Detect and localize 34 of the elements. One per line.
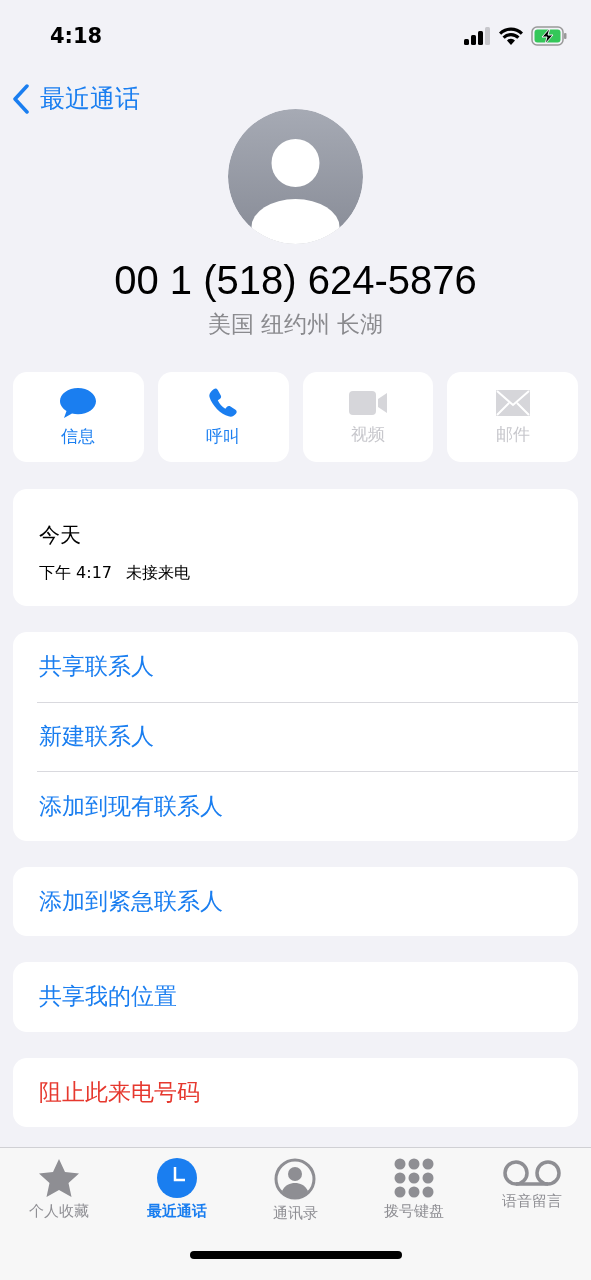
- call-type: 未接来电: [126, 563, 190, 584]
- avatar-icon: [228, 109, 363, 244]
- option-row[interactable]: 新建联系人: [37, 701, 578, 771]
- speech-bubble-icon: [59, 386, 98, 419]
- tab-item[interactable]: 最近通话: [118, 1158, 237, 1223]
- tab-item[interactable]: 拨号键盘: [354, 1158, 473, 1223]
- wifi-icon: [499, 27, 523, 45]
- envelope-icon: [494, 388, 531, 417]
- battery-charging-icon: [531, 26, 567, 46]
- option-row[interactable]: 添加到现有联系人: [37, 771, 578, 841]
- clock-icon: [157, 1158, 198, 1198]
- option-row[interactable]: 添加到紧急联系人: [13, 866, 578, 936]
- phone-icon: [207, 386, 240, 419]
- option-row[interactable]: 共享联系人: [13, 632, 578, 702]
- call-day: 今天: [39, 521, 552, 549]
- tab-item[interactable]: 通讯录: [236, 1158, 355, 1223]
- message-action-button[interactable]: 信息: [13, 372, 144, 462]
- option-row[interactable]: 共享我的位置: [13, 962, 578, 1032]
- call-action-button[interactable]: 呼叫: [157, 372, 289, 462]
- star-icon: [38, 1158, 81, 1198]
- chevron-left-icon: [12, 83, 30, 114]
- voicemail-icon: [501, 1158, 562, 1188]
- location-text: 美国 纽约州 长湖: [207, 310, 384, 339]
- phone-number: 00 1 (518) 624-5876: [114, 258, 477, 303]
- video-camera-icon: [347, 388, 388, 417]
- tab-item[interactable]: 个人收藏: [0, 1158, 119, 1223]
- back-button[interactable]: 最近通话: [12, 82, 140, 115]
- person-circle-icon: [274, 1158, 317, 1200]
- keypad-icon: [393, 1158, 434, 1198]
- option-row[interactable]: 阻止此来电号码: [13, 1057, 578, 1127]
- status-time: 4:18: [50, 24, 103, 48]
- call-time: 下午 4:17: [39, 563, 112, 584]
- tab-item[interactable]: 语音留言: [472, 1158, 591, 1223]
- signal-icon: [464, 27, 491, 45]
